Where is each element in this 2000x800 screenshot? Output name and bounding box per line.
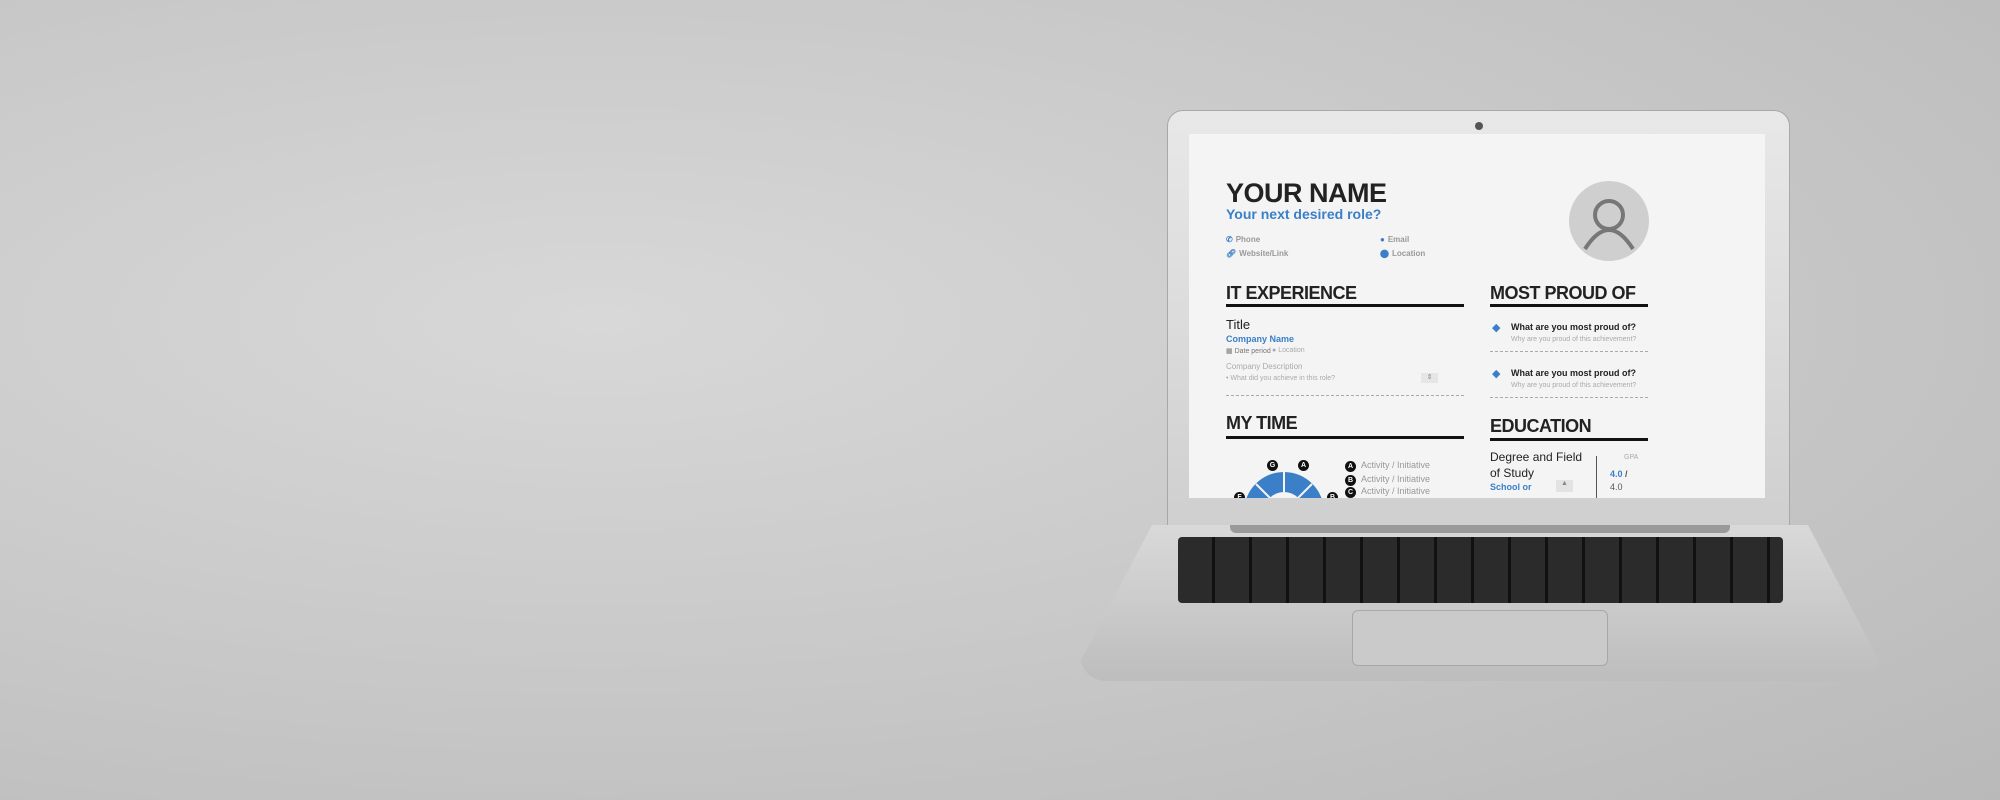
divider xyxy=(1226,304,1464,307)
gpa-label: GPA xyxy=(1624,454,1639,461)
chart-label-a: A xyxy=(1298,454,1314,472)
legend-key: C xyxy=(1345,487,1356,498)
gpa-value[interactable]: 4.0 / xyxy=(1610,469,1628,479)
calendar-icon: ▦ xyxy=(1226,348,1235,355)
gpa-score: 4.0 xyxy=(1610,469,1623,479)
legend-item[interactable]: C Activity / Initiative xyxy=(1345,486,1430,498)
proud-question[interactable]: What are you most proud of? xyxy=(1511,322,1636,332)
laptop-hinge xyxy=(1230,525,1730,533)
date-label: Date period xyxy=(1234,348,1271,355)
job-title[interactable]: Title xyxy=(1226,317,1250,332)
contact-website[interactable]: 🔗︎ Website/Link xyxy=(1226,249,1288,258)
proud-heading: MOST PROUD OF xyxy=(1490,283,1636,303)
divider xyxy=(1490,351,1648,352)
gpa-max: 4.0 xyxy=(1610,482,1623,492)
laptop-screen: YOUR NAME Your next desired role? ✆ Phone… xyxy=(1189,134,1765,498)
phone-label: Phone xyxy=(1235,235,1261,244)
education-heading: EDUCATION xyxy=(1490,416,1592,436)
trackpad xyxy=(1352,610,1608,666)
webcam-icon xyxy=(1475,122,1483,130)
label-g: G xyxy=(1267,460,1278,471)
divider xyxy=(1490,438,1648,441)
job-location[interactable]: ● Location xyxy=(1272,347,1305,354)
divider xyxy=(1490,397,1648,398)
location-label: Location xyxy=(1391,249,1426,258)
legend-key: A xyxy=(1345,461,1356,472)
website-label: Website/Link xyxy=(1239,249,1289,258)
diamond-icon: ◆ xyxy=(1492,322,1501,334)
legend-label: Activity / Initiative xyxy=(1361,486,1431,496)
label-b: B xyxy=(1327,492,1338,498)
achievement-text: What did you achieve in this role? xyxy=(1230,375,1336,382)
gpa-separator: / xyxy=(1625,469,1628,479)
legend-key: B xyxy=(1345,475,1356,486)
contact-phone[interactable]: ✆ Phone xyxy=(1226,235,1260,244)
resume-role[interactable]: Your next desired role? xyxy=(1226,206,1381,222)
school-name[interactable]: School or xyxy=(1490,482,1532,492)
keyboard xyxy=(1178,537,1783,603)
legend-item[interactable]: A Activity / Initiative xyxy=(1345,460,1430,472)
chart-label-g: G xyxy=(1267,454,1283,472)
column-divider xyxy=(1596,456,1597,498)
job-location-label: Location xyxy=(1278,347,1305,354)
time-donut-chart[interactable] xyxy=(1239,452,1329,498)
legend-label: Activity / Initiative xyxy=(1361,474,1431,484)
email-label: Email xyxy=(1387,235,1410,244)
time-heading: MY TIME xyxy=(1226,413,1298,433)
divider xyxy=(1226,436,1464,439)
scroll-up-icon[interactable]: ▲ xyxy=(1556,480,1573,492)
avatar[interactable] xyxy=(1569,181,1649,261)
chart-label-f: F xyxy=(1234,486,1250,498)
sort-toggle-icon[interactable]: ⇕ xyxy=(1421,373,1438,383)
company-name[interactable]: Company Name xyxy=(1226,334,1294,344)
contact-location[interactable]: ⬤ Location xyxy=(1380,249,1425,258)
experience-heading: IT EXPERIENCE xyxy=(1226,283,1357,303)
label-f: F xyxy=(1234,492,1245,498)
link-icon: 🔗︎ xyxy=(1226,249,1237,258)
phone-icon: ✆ xyxy=(1226,235,1233,244)
divider xyxy=(1226,395,1464,396)
diamond-icon: ◆ xyxy=(1492,368,1501,380)
divider xyxy=(1490,304,1648,307)
chart-label-b: B xyxy=(1327,486,1343,498)
achievement-bullet[interactable]: • What did you achieve in this role? xyxy=(1226,375,1335,382)
label-a: A xyxy=(1298,460,1309,471)
proud-question[interactable]: What are you most proud of? xyxy=(1511,368,1636,378)
proud-answer[interactable]: Why are you proud of this achievement? xyxy=(1511,336,1636,343)
legend-label: Activity / Initiative xyxy=(1361,460,1431,470)
legend-item[interactable]: B Activity / Initiative xyxy=(1345,474,1430,486)
user-icon xyxy=(1583,199,1635,251)
proud-answer[interactable]: Why are you proud of this achievement? xyxy=(1511,382,1636,389)
contact-email[interactable]: ● Email xyxy=(1380,235,1409,244)
company-description[interactable]: Company Description xyxy=(1226,362,1302,371)
degree-field[interactable]: Degree and Field of Study xyxy=(1490,449,1590,481)
location-pin-icon: ⬤ xyxy=(1380,249,1389,258)
globe-icon: ● xyxy=(1380,235,1385,244)
resume-name[interactable]: YOUR NAME xyxy=(1226,178,1387,209)
date-period[interactable]: ▦ Date period xyxy=(1226,347,1271,355)
